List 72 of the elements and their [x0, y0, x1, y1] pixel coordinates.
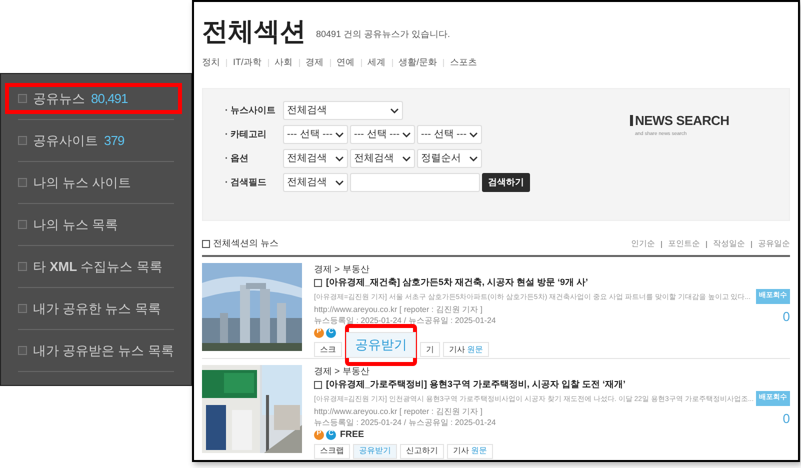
sidebar-item[interactable]: 나의 뉴스 사이트 — [18, 172, 132, 192]
field-label: · 검색필드 — [225, 176, 268, 189]
sort-link[interactable]: 포인트순 — [668, 238, 700, 250]
checkbox-icon — [18, 94, 27, 103]
checkbox-icon — [18, 262, 27, 271]
news-title[interactable]: [아유경제_가로주택정비] 용현3구역 가로주택정비, 시공자 입찰 도전 ‘재개’ — [326, 378, 626, 392]
category-tab[interactable]: IT/과학 — [233, 56, 262, 70]
category-tab[interactable]: 스포츠 — [450, 56, 478, 70]
sort-link[interactable]: 공유일순 — [758, 238, 790, 250]
search-button[interactable]: 검색하기 — [482, 173, 530, 192]
sidebar-item[interactable]: 공유사이트 379 — [18, 130, 124, 150]
chevron-down-icon — [402, 156, 411, 162]
news-category: 경제 > 부동산 — [314, 263, 370, 275]
category-tab[interactable]: 사회 — [274, 56, 292, 70]
sidebar-item[interactable]: 타 XML 수집뉴스 목록 — [18, 256, 162, 276]
sidebar-item[interactable]: 공유뉴스 80,491 — [18, 88, 128, 108]
checkbox-icon — [18, 178, 27, 187]
chevron-down-icon — [469, 156, 478, 162]
sidebar-item[interactable]: 내가 공유한 뉴스 목록 — [18, 298, 161, 318]
sidebar-item[interactable]: 내가 공유받은 뉴스 목록 — [18, 340, 174, 360]
checkbox-icon — [18, 220, 27, 229]
field-label: · 카테고리 — [225, 128, 268, 141]
news-dates: 뉴스등록일 : 2025-01-24 / 뉴스공유일 : 2025-01-24 — [314, 314, 497, 326]
select-field[interactable]: --- 선택 --- — [350, 125, 415, 144]
category-tab[interactable]: 연예 — [336, 56, 354, 70]
news-dates: 뉴스등록일 : 2025-01-24 / 뉴스공유일 : 2025-01-24 — [314, 416, 497, 428]
action-button[interactable]: 기 — [420, 342, 440, 357]
category-tab[interactable]: 정치 — [202, 56, 220, 70]
search-input[interactable] — [350, 173, 480, 192]
stat-count: 0 — [782, 410, 790, 428]
chevron-down-icon — [402, 132, 411, 138]
select-field[interactable]: --- 선택 --- — [283, 125, 348, 144]
chevron-down-icon — [335, 156, 344, 162]
chevron-down-icon — [335, 180, 344, 186]
news-title[interactable]: [아유경제_재건축] 삼호가든5차 재건축, 시공자 현설 방문 ‘9개 사’ — [326, 276, 588, 290]
logo-title: NEWS SEARCH — [635, 112, 730, 130]
action-button[interactable]: 신고하기 — [400, 444, 444, 458]
price-label: FREE — [340, 428, 364, 441]
field-label: · 뉴스사이트 — [225, 104, 276, 117]
category-tab[interactable]: 생활/문화 — [398, 56, 438, 70]
news-source: http://www.areyou.co.kr [ repoter : 김진원 기자 ] — [314, 406, 484, 416]
checkbox-icon — [18, 346, 27, 355]
checkbox-icon — [18, 136, 27, 145]
checkbox-icon — [18, 304, 27, 313]
select-field[interactable]: 전체검색 — [283, 101, 403, 120]
item-checkbox[interactable] — [314, 380, 322, 389]
select-field[interactable]: 전체검색 — [350, 149, 415, 168]
category-tab[interactable]: 세계 — [368, 56, 386, 70]
stat-count: 0 — [782, 308, 790, 326]
news-category: 경제 > 부동산 — [314, 365, 370, 377]
page-subtitle: 80491 건의 공유뉴스가 있습니다. — [316, 28, 450, 40]
sort-link[interactable]: 인기순 — [631, 238, 655, 250]
chevron-down-icon — [335, 132, 344, 138]
select-field[interactable]: --- 선택 --- — [417, 125, 482, 144]
category-tab[interactable]: 경제 — [306, 56, 324, 70]
sidebar-item[interactable]: 나의 뉴스 목록 — [18, 214, 118, 234]
chevron-down-icon — [469, 132, 478, 138]
select-field[interactable]: 전체검색 — [283, 149, 348, 168]
sort-link[interactable]: 작성일순 — [713, 238, 745, 250]
logo-bar-icon — [630, 115, 633, 126]
select-all-checkbox[interactable]: 전체섹션의 뉴스 — [202, 237, 279, 251]
select-field[interactable]: 정렬순서 — [417, 149, 482, 168]
field-label: · 옵션 — [225, 152, 250, 165]
chevron-down-icon — [390, 108, 399, 114]
action-button[interactable]: 스크 — [314, 342, 342, 357]
action-button[interactable]: 스크랩 — [314, 444, 350, 458]
page-title: 전체섹션 — [202, 18, 306, 44]
select-field[interactable]: 전체검색 — [283, 173, 348, 192]
action-button[interactable]: 기사 원문 — [443, 342, 489, 357]
action-button[interactable]: 기사 원문 — [447, 444, 493, 458]
news-source: http://www.areyou.co.kr [ repoter : 김진원 기자 ] — [314, 304, 484, 314]
item-checkbox[interactable] — [314, 278, 322, 287]
